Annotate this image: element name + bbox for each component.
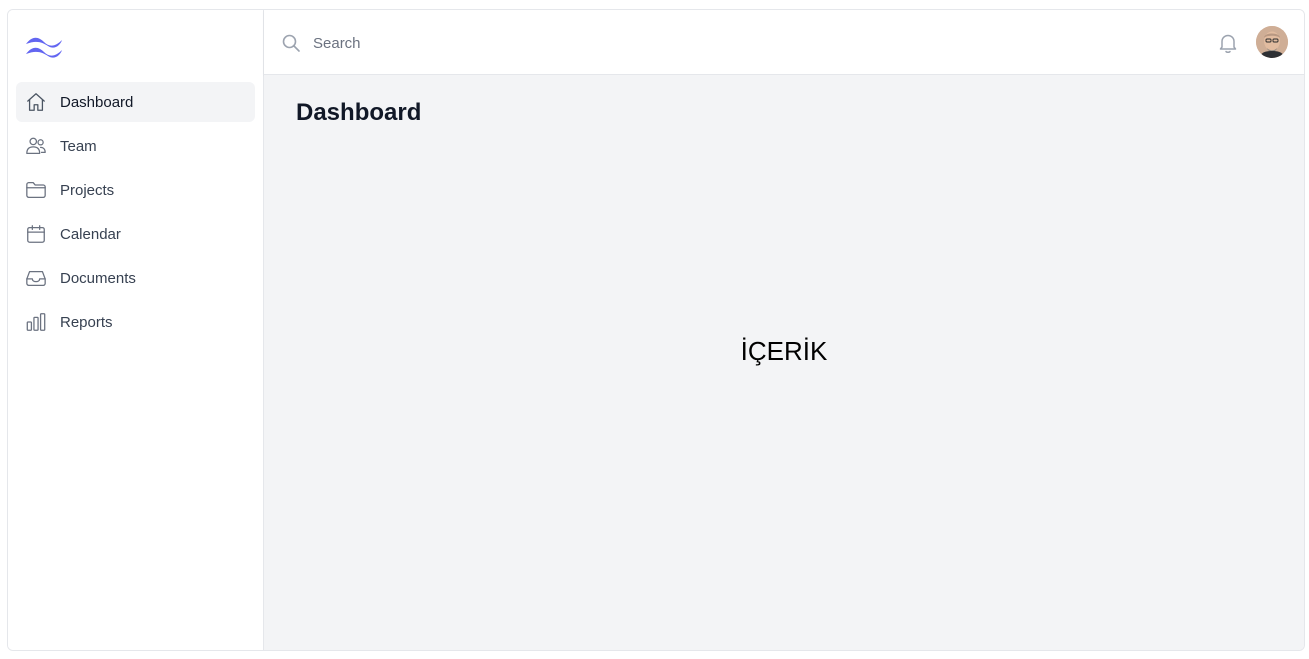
search-icon xyxy=(281,33,301,53)
calendar-icon xyxy=(25,223,47,245)
sidebar-item-dashboard[interactable]: Dashboard xyxy=(16,82,255,122)
main-content: Dashboard İÇERİK xyxy=(264,75,1304,650)
sidebar-item-label: Documents xyxy=(60,269,136,287)
sidebar-item-team[interactable]: Team xyxy=(16,126,255,166)
content-placeholder: İÇERİK xyxy=(740,336,828,366)
sidebar-item-label: Dashboard xyxy=(60,93,134,111)
folder-icon xyxy=(25,179,47,201)
tailwind-wave-logo[interactable] xyxy=(24,32,64,60)
sidebar-item-reports[interactable]: Reports xyxy=(16,302,255,342)
sidebar-item-projects[interactable]: Projects xyxy=(16,170,255,210)
sidebar-item-documents[interactable]: Documents xyxy=(16,258,255,298)
bell-icon[interactable] xyxy=(1216,31,1240,55)
sidebar-item-label: Reports xyxy=(60,313,113,331)
sidebar-nav: Dashboard Team Projects Calendar Documen… xyxy=(16,82,255,346)
search-input[interactable] xyxy=(313,30,913,56)
bar-chart-icon xyxy=(25,311,47,333)
inbox-icon xyxy=(25,267,47,289)
home-icon xyxy=(25,91,47,113)
sidebar: Dashboard Team Projects Calendar Documen… xyxy=(8,10,264,650)
sidebar-item-calendar[interactable]: Calendar xyxy=(16,214,255,254)
page-title: Dashboard xyxy=(296,99,422,126)
users-icon xyxy=(25,135,47,157)
user-avatar[interactable] xyxy=(1256,26,1288,58)
app-window: Dashboard Team Projects Calendar Documen… xyxy=(7,9,1305,651)
sidebar-item-label: Team xyxy=(60,137,97,155)
top-bar xyxy=(264,10,1304,75)
sidebar-item-label: Calendar xyxy=(60,225,121,243)
sidebar-item-label: Projects xyxy=(60,181,115,199)
